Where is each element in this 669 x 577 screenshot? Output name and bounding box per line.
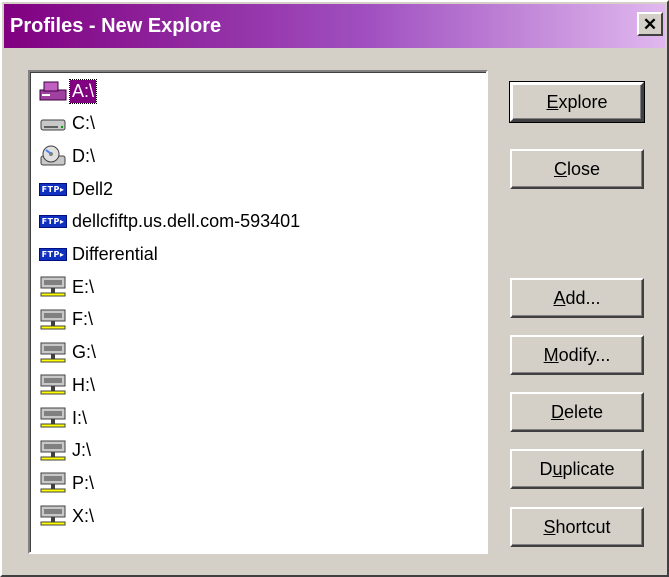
modify-accel: M [543,344,559,365]
list-item[interactable]: H:\ [36,370,97,400]
list-item[interactable]: E:\ [36,272,96,302]
title-bar[interactable]: Profiles - New Explore ✕ [4,4,665,48]
explore-button[interactable]: Explore [509,81,645,123]
duplicate-label: plicate [562,458,615,479]
cd-drive-icon [36,142,70,170]
list-item[interactable]: C:\ [36,109,97,139]
close-label: lose [566,158,601,179]
list-item-label: H:\ [72,374,96,395]
shortcut-button[interactable]: Shortcut [510,507,644,547]
list-item[interactable]: J:\ [36,436,93,466]
network-drive-icon [36,306,70,334]
floppy-drive-icon [36,77,70,105]
duplicate-button[interactable]: Du plicate [510,449,644,489]
list-item-label: J:\ [72,440,92,461]
list-item-label: P:\ [72,472,95,493]
network-drive-icon [36,437,70,465]
list-item-label: dellcfiftp.us.dell.com-593401 [72,211,301,232]
network-drive-icon [36,502,70,530]
close-accel: C [553,158,567,179]
delete-button[interactable]: Delete [510,392,644,432]
list-item[interactable]: D:\ [36,141,97,171]
explore-label: xplore [558,91,608,112]
add-button[interactable]: Add... [510,278,644,318]
list-item[interactable]: A:\ [36,76,98,106]
network-drive-icon [36,371,70,399]
window-title: Profiles - New Explore [10,14,222,37]
list-item-label: D:\ [72,145,96,166]
ftp-icon: FTP▸ [36,175,70,203]
list-item[interactable]: F:\ [36,305,95,335]
delete-accel: D [550,401,564,422]
duplicate-accel: u [552,458,563,479]
list-item-label: A:\ [68,78,98,104]
duplicate-pre: D [539,458,553,479]
list-item[interactable]: FTP▸ dellcfiftp.us.dell.com-593401 [36,207,302,237]
close-button[interactable]: Close [510,149,644,189]
list-item-label: C:\ [72,113,96,134]
shortcut-label: hortcut [555,516,611,537]
add-accel: A [553,287,566,308]
list-item-label: E:\ [72,276,95,297]
list-item-label: G:\ [72,342,97,363]
list-item-label: X:\ [72,505,95,526]
list-item-label: I:\ [72,407,88,428]
modify-button[interactable]: Modify... [510,335,644,375]
profiles-list[interactable]: A:\ C:\ D:\ FTP▸ Dell2 FTP▸ dellcfiftp.us.dell… [28,70,488,554]
network-drive-icon [36,404,70,432]
network-drive-icon [36,469,70,497]
close-window-button[interactable]: ✕ [637,12,663,36]
hard-drive-icon [36,110,70,138]
ftp-icon: FTP▸ [36,241,70,269]
delete-label: elete [563,401,604,422]
explore-accel: E [546,91,559,112]
list-item[interactable]: X:\ [36,501,96,531]
network-drive-icon [36,273,70,301]
list-item[interactable]: P:\ [36,468,96,498]
network-drive-icon [36,339,70,367]
list-item[interactable]: FTP▸ Dell2 [36,174,115,204]
list-item-label: Dell2 [72,178,114,199]
list-item[interactable]: G:\ [36,338,98,368]
shortcut-accel: S [543,516,556,537]
list-item-label: Differential [72,244,158,264]
list-item[interactable]: I:\ [36,403,89,433]
list-item-label: F:\ [72,309,93,330]
profiles-dialog: Profiles - New Explore ✕ A:\ C:\ D:\ FTP▸ De… [0,0,669,577]
list-item[interactable]: FTP▸ Differential [36,240,160,270]
close-icon: ✕ [642,14,658,34]
modify-label: odify... [558,344,611,365]
add-label: dd... [565,287,601,308]
ftp-icon: FTP▸ [36,208,70,236]
